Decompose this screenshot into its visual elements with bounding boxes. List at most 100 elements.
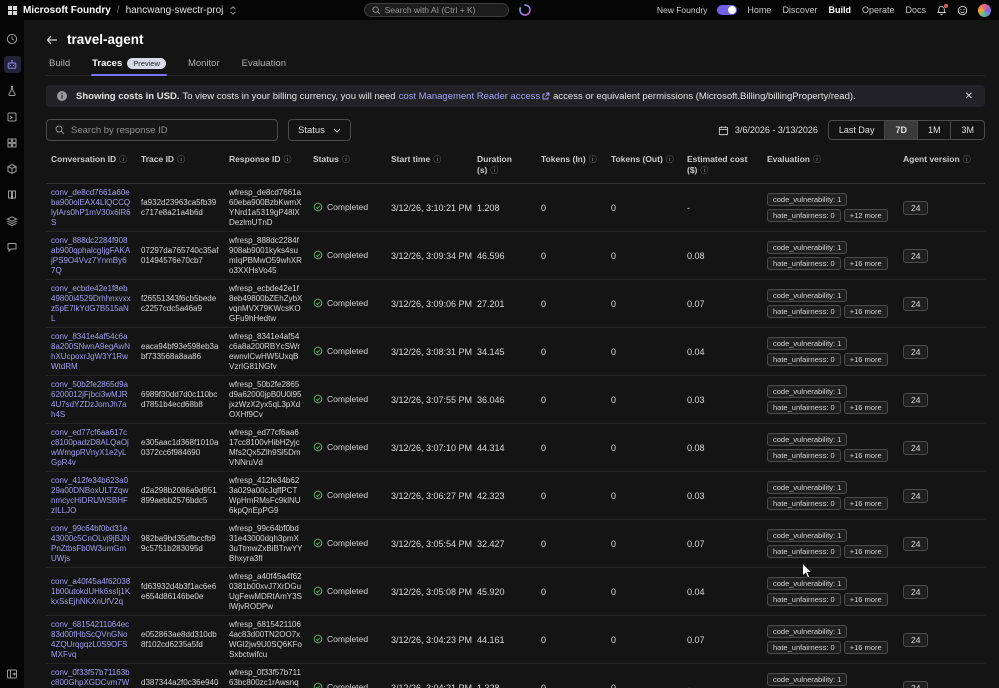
eval-more-badge[interactable]: +16 more	[843, 305, 888, 319]
eval-badge[interactable]: code_vulnerability: 1	[767, 577, 848, 591]
conversation-id-link[interactable]: conv_50b2fe2865d9a6200012jFjbci3wMJR4U7s…	[51, 380, 131, 419]
tab-traces[interactable]: Traces Preview	[91, 57, 167, 76]
back-button[interactable]	[46, 35, 58, 45]
tab-evaluation[interactable]: Evaluation	[241, 57, 287, 75]
global-search-input[interactable]: Search with AI (Ctrl + K)	[363, 3, 509, 17]
eval-badge[interactable]: hate_unfairness: 0	[767, 257, 841, 271]
range-1m-button[interactable]: 1M	[916, 121, 951, 139]
table-row[interactable]: conv_8341e4af54c6a8a200SNwnA9egAwNhXUcpo…	[46, 327, 985, 377]
user-avatar[interactable]	[978, 3, 991, 17]
eval-more-badge[interactable]: +16 more	[843, 353, 888, 367]
col-response-id[interactable]: Response ID ⓘ	[224, 151, 308, 185]
eval-badge[interactable]: hate_unfairness: 0	[767, 497, 841, 511]
notifications-bell-icon[interactable]	[936, 3, 948, 16]
table-row[interactable]: conv_412fe34b623a029a00DNBoxULTZqwnmcycH…	[46, 471, 985, 521]
eval-badge[interactable]: hate_unfairness: 0	[767, 641, 841, 655]
playgrounds-icon[interactable]	[4, 108, 21, 125]
nav-discover[interactable]: Discover	[782, 5, 817, 15]
conversation-id-link[interactable]: conv_68154211064ec83d00fHbScQVnGNo4ZQUrq…	[51, 620, 131, 659]
range-7d-button[interactable]: 7D	[884, 121, 917, 139]
eval-badge[interactable]: code_vulnerability: 1	[767, 433, 848, 447]
microsoft-logo-icon[interactable]	[8, 5, 17, 15]
conversation-id-link[interactable]: conv_99c64bf0bd31e43000c5CnOLvj9jBJNPnZt…	[51, 524, 131, 563]
table-row[interactable]: conv_de8cd7661a60eba900olEAX4LlQCCQlylAr…	[46, 183, 985, 233]
nav-operate[interactable]: Operate	[862, 5, 895, 15]
nav-docs[interactable]: Docs	[905, 5, 926, 15]
table-row[interactable]: conv_99c64bf0bd31e43000c5CnOLvj9jBJNPnZt…	[46, 519, 985, 569]
breadcrumb-project[interactable]: hancwang-swectr-proj	[126, 5, 224, 16]
evaluation-icon[interactable]	[4, 212, 21, 229]
eval-badge[interactable]: hate_unfairness: 0	[767, 353, 841, 367]
eval-more-badge[interactable]: +16 more	[843, 401, 888, 415]
col-start-time[interactable]: Start time ⓘ	[386, 151, 472, 185]
new-foundry-toggle[interactable]	[717, 5, 738, 15]
eval-more-badge[interactable]: +16 more	[843, 497, 888, 511]
table-row[interactable]: conv_888dc2284f908ab900qphalcgIjgFAKAjPS…	[46, 231, 985, 281]
eval-badge[interactable]: hate_unfairness: 0	[767, 593, 841, 607]
tools-icon[interactable]	[4, 134, 21, 151]
table-row[interactable]: conv_0f33f57b71163bc800GhpXGDCvm7WLcABSu…	[46, 663, 985, 688]
eval-more-badge[interactable]: +12 more	[843, 209, 888, 223]
table-row[interactable]: conv_50b2fe2865d9a6200012jFjbci3wMJR4U7s…	[46, 375, 985, 425]
eval-badge[interactable]: code_vulnerability: 1	[767, 529, 848, 543]
conversation-id-link[interactable]: conv_0f33f57b71163bc800GhpXGDCvm7WLcABSu…	[51, 668, 131, 688]
eval-more-badge[interactable]: +16 more	[843, 641, 888, 655]
docs-icon[interactable]	[4, 186, 21, 203]
nav-build[interactable]: Build	[828, 5, 851, 15]
table-row[interactable]: conv_ed77cf6aa617cc8100padzD8ALQaOjwWmgp…	[46, 423, 985, 473]
table-row[interactable]: conv_a40f45a4f620381b00utokdUHk6ssIj1Kkx…	[46, 567, 985, 617]
feedback-smiley-icon[interactable]	[957, 5, 968, 16]
conversation-id-link[interactable]: conv_ed77cf6aa617cc8100padzD8ALQaOjwWmgp…	[51, 428, 131, 467]
table-row[interactable]: conv_ecbde42e1f8eb49800i4529Drhhnxvxxz5p…	[46, 279, 985, 329]
tab-monitor[interactable]: Monitor	[187, 57, 221, 75]
conversation-id-link[interactable]: conv_ecbde42e1f8eb49800i4529Drhhnxvxxz5p…	[51, 284, 131, 323]
conversation-id-link[interactable]: conv_412fe34b623a029a00DNBoxULTZqwnmcycH…	[51, 476, 131, 515]
chat-icon[interactable]	[4, 238, 21, 255]
conversation-id-link[interactable]: conv_8341e4af54c6a8a200SNwnA9egAwNhXUcpo…	[51, 332, 131, 371]
eval-badge[interactable]: hate_unfairness: 0	[767, 401, 841, 415]
eval-badge[interactable]: code_vulnerability: 1	[767, 481, 848, 495]
eval-more-badge[interactable]: +16 more	[843, 545, 888, 559]
eval-more-badge[interactable]: +16 more	[843, 593, 888, 607]
table-row[interactable]: conv_68154211064ec83d00fHbScQVnGNo4ZQUrq…	[46, 615, 985, 665]
col-conversation-id[interactable]: Conversation ID ⓘ	[46, 151, 136, 185]
eval-more-badge[interactable]: +16 more	[843, 257, 888, 271]
tab-build[interactable]: Build	[48, 57, 71, 75]
eval-more-badge[interactable]: +16 more	[843, 449, 888, 463]
models-icon[interactable]	[4, 82, 21, 99]
eval-badge[interactable]: code_vulnerability: 1	[767, 193, 848, 207]
brand-name[interactable]: Microsoft Foundry	[23, 5, 111, 16]
range-3m-button[interactable]: 3M	[950, 121, 984, 139]
date-range-picker[interactable]: 3/6/2026 - 3/13/2026	[718, 125, 818, 136]
agents-icon[interactable]	[3, 56, 21, 73]
eval-badge[interactable]: hate_unfairness: 0	[767, 449, 841, 463]
status-filter-dropdown[interactable]: Status	[288, 119, 351, 141]
banner-close-button[interactable]: ✕	[963, 91, 975, 102]
eval-badge[interactable]: hate_unfairness: 0	[767, 305, 841, 319]
project-switcher-icon[interactable]	[229, 5, 237, 15]
col-tokens-in[interactable]: Tokens (In) ⓘ	[536, 151, 606, 185]
col-trace-id[interactable]: Trace ID ⓘ	[136, 151, 224, 185]
conversation-id-link[interactable]: conv_de8cd7661a60eba900olEAX4LlQCCQlylAr…	[51, 188, 131, 227]
eval-badge[interactable]: code_vulnerability: 1	[767, 337, 848, 351]
col-duration-s[interactable]: Duration (s) ⓘ	[472, 151, 536, 185]
eval-badge[interactable]: code_vulnerability: 1	[767, 289, 848, 303]
eval-badge[interactable]: code_vulnerability: 1	[767, 625, 848, 639]
col-evaluation[interactable]: Evaluation ⓘ	[762, 151, 898, 185]
response-id-search-input[interactable]: Search by response ID	[46, 119, 278, 141]
eval-badge[interactable]: code_vulnerability: 1	[767, 241, 848, 255]
col-tokens-out[interactable]: Tokens (Out) ⓘ	[606, 151, 682, 185]
col-estimated-cost[interactable]: Estimated cost ($) ⓘ	[682, 151, 762, 185]
data-icon[interactable]	[4, 160, 21, 177]
col-status[interactable]: Status ⓘ	[308, 151, 386, 185]
eval-badge[interactable]: code_vulnerability: 1	[767, 673, 848, 687]
cost-management-reader-access-link[interactable]: cost Management Reader access	[399, 91, 551, 102]
sidebar-expand-icon[interactable]	[4, 665, 21, 682]
nav-home[interactable]: Home	[747, 5, 771, 15]
eval-badge[interactable]: hate_unfairness: 0	[767, 545, 841, 559]
conversation-id-link[interactable]: conv_a40f45a4f620381b00utokdUHk6ssIj1Kkx…	[51, 577, 131, 606]
conversation-id-link[interactable]: conv_888dc2284f908ab900qphalcgIjgFAKAjPS…	[51, 236, 131, 275]
copilot-icon[interactable]	[518, 4, 531, 16]
eval-badge[interactable]: code_vulnerability: 1	[767, 385, 848, 399]
overview-icon[interactable]	[4, 30, 21, 47]
